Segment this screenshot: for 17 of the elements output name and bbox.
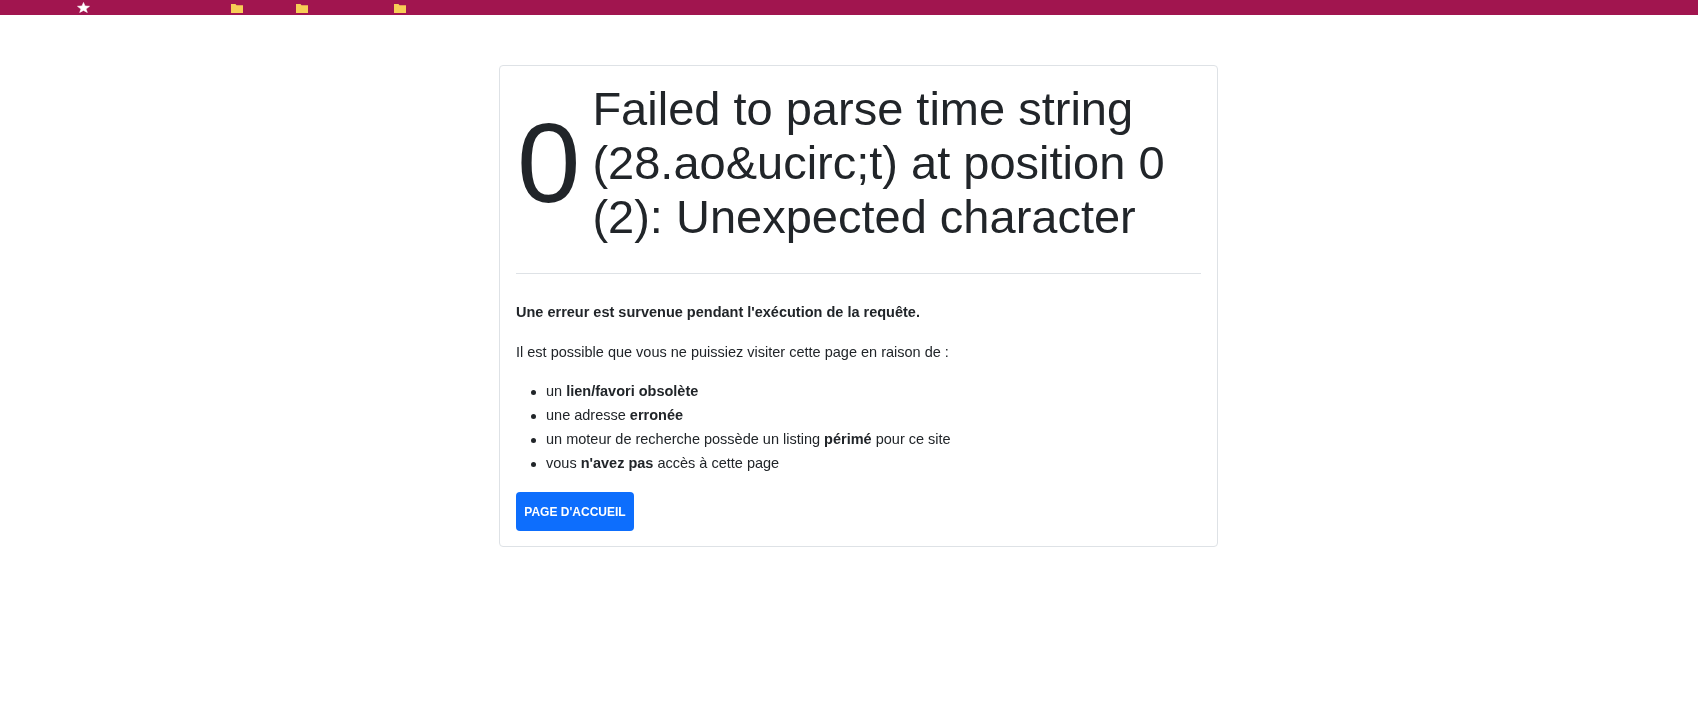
- error-summary: Une erreur est survenue pendant l'exécution de la requête.: [516, 303, 921, 322]
- folder-icon[interactable]: [296, 3, 308, 13]
- reason-text: vous n'avez pas accès à cette page: [546, 454, 780, 474]
- error-code: 0: [517, 106, 581, 220]
- home-button[interactable]: PAGE D'ACCUEIL: [516, 492, 634, 531]
- error-title: Failed to parse time string (28.ao&ucirc;t) at position 0 (2): Unexpected character: [592, 82, 1166, 244]
- bullet-icon: [531, 389, 536, 395]
- bullet-icon: [531, 413, 536, 419]
- error-intro: Il est possible que vous ne puissiez visiter cette page en raison de :: [516, 343, 950, 362]
- bullet-icon: [531, 461, 536, 467]
- folder-icon[interactable]: [231, 3, 243, 13]
- reason-text: une adresse erronée: [546, 406, 684, 426]
- star-icon[interactable]: [77, 2, 90, 13]
- bullet-icon: [531, 437, 536, 443]
- reason-text: un moteur de recherche possède un listing périmé pour ce site: [546, 430, 951, 450]
- folder-icon[interactable]: [394, 3, 406, 13]
- reason-text: un lien/favori obsolète: [546, 382, 699, 402]
